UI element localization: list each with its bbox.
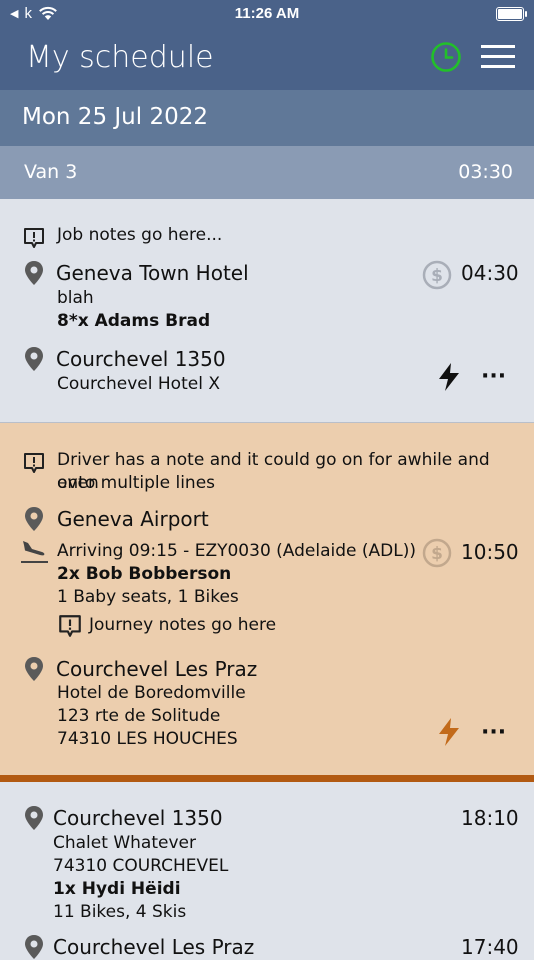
pickup-line-1: Chalet Whatever xyxy=(53,833,196,853)
van-name: Van 3 xyxy=(24,161,78,183)
journey-note-icon xyxy=(59,615,81,637)
dropoff-place: Courchevel Les Praz xyxy=(56,657,258,681)
active-job-divider xyxy=(0,775,534,782)
location-pin-icon xyxy=(25,507,43,531)
driver-note-line-2: onto multiple lines xyxy=(57,473,216,493)
clock-icon[interactable] xyxy=(430,41,462,73)
pickup-time: 04:30 xyxy=(461,261,519,285)
location-pin-icon xyxy=(25,261,43,285)
more-options-button[interactable]: ··· xyxy=(481,364,506,389)
pickup-line-2: 74310 COURCHEVEL xyxy=(53,856,229,876)
svg-text:$: $ xyxy=(431,266,443,286)
date-bar: Mon 25 Jul 2022 xyxy=(0,90,534,146)
dropoff-line-2: 123 rte de Solitude xyxy=(57,706,221,726)
dropoff-time: 17:40 xyxy=(461,935,519,959)
pickup-passengers: 8*x Adams Brad xyxy=(57,311,211,331)
job-card[interactable]: Job notes go here... Geneva Town Hotel b… xyxy=(0,199,534,423)
job-card-active[interactable]: Driver has a note and it could go on for… xyxy=(0,423,534,775)
pickup-place: Geneva Town Hotel xyxy=(56,261,249,285)
nav-bar: My schedule xyxy=(0,28,534,90)
dropoff-place: Courchevel 1350 xyxy=(56,347,226,371)
flight-arrival-icon xyxy=(21,541,48,563)
payment-icon: $ xyxy=(422,260,452,290)
journey-note: Journey notes go here xyxy=(89,615,277,635)
note-icon xyxy=(24,453,44,473)
pickup-passengers: 2x Bob Bobberson xyxy=(57,564,232,584)
dropoff-line-3: 74310 LES HOUCHES xyxy=(57,729,238,749)
pickup-time: 10:50 xyxy=(461,540,519,564)
pickup-time: 18:10 xyxy=(461,806,519,830)
lightning-icon[interactable] xyxy=(437,362,461,392)
location-pin-icon xyxy=(25,657,43,681)
battery-icon xyxy=(496,7,527,21)
pickup-extras: 1 Baby seats, 1 Bikes xyxy=(57,587,239,607)
van-time: 03:30 xyxy=(458,161,513,183)
pickup-extras: 11 Bikes, 4 Skis xyxy=(53,902,187,922)
dropoff-detail: Courchevel Hotel X xyxy=(57,374,220,394)
lightning-icon[interactable] xyxy=(437,717,461,747)
more-options-button[interactable]: ··· xyxy=(481,720,506,745)
hamburger-menu-icon[interactable] xyxy=(481,43,515,71)
note-icon xyxy=(24,228,44,248)
location-pin-icon xyxy=(25,347,43,371)
flight-info: Arriving 09:15 - EZY0030 (Adelaide (ADL)… xyxy=(57,541,416,561)
location-pin-icon xyxy=(25,806,43,830)
pickup-detail: blah xyxy=(57,288,94,308)
schedule-date: Mon 25 Jul 2022 xyxy=(22,104,208,130)
svg-text:$: $ xyxy=(431,544,443,564)
pickup-place: Courchevel 1350 xyxy=(53,806,223,830)
dropoff-line-1: Hotel de Boredomville xyxy=(57,683,246,703)
job-card[interactable]: Courchevel 1350 18:10 Chalet Whatever 74… xyxy=(0,782,534,959)
pickup-passengers: 1x Hydi Hëidi xyxy=(53,879,181,899)
location-pin-icon xyxy=(25,935,43,959)
payment-icon: $ xyxy=(422,538,452,568)
van-header[interactable]: Van 3 03:30 xyxy=(0,146,534,199)
pickup-place: Geneva Airport xyxy=(57,507,209,531)
page-title: My schedule xyxy=(26,40,214,75)
dropoff-place: Courchevel Les Praz xyxy=(53,935,255,959)
job-note: Job notes go here... xyxy=(57,225,223,245)
status-time: 11:26 AM xyxy=(234,5,300,22)
status-bar: ◀ k 11:26 AM xyxy=(0,0,534,28)
